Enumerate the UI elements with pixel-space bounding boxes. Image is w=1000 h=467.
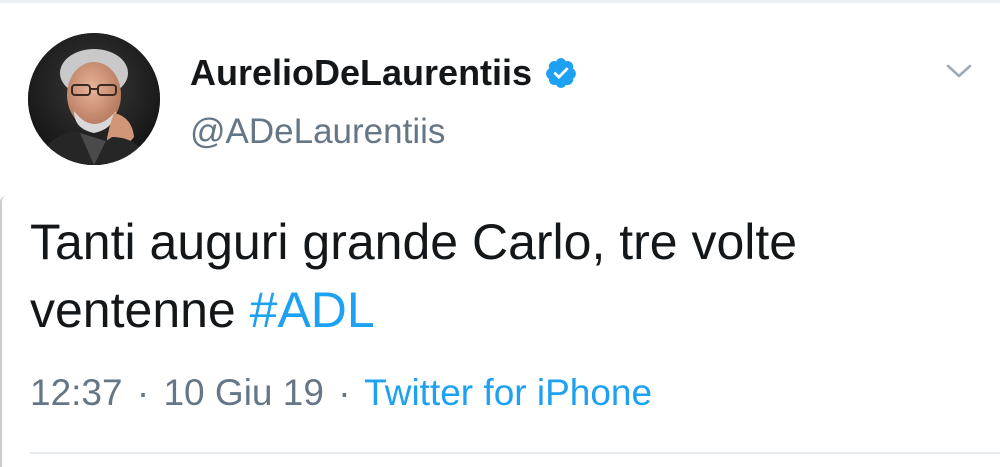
avatar[interactable]: [28, 33, 160, 165]
tweet-date[interactable]: 10 Giu 19: [163, 372, 323, 413]
meta-separator: ·: [136, 372, 150, 413]
tweet-menu-button[interactable]: [944, 60, 974, 82]
hashtag-link[interactable]: #ADL: [250, 282, 375, 338]
verified-badge-icon: [544, 56, 578, 90]
meta-separator: ·: [338, 372, 351, 413]
tweet-text-line-2: ventenne #ADL: [30, 276, 980, 344]
tweet-meta-row: 12:37 · 10 Giu 19 · Twitter for iPhone: [30, 372, 652, 414]
tweet-text-line-1: Tanti auguri grande Carlo, tre volte: [30, 214, 798, 270]
tweet-text: Tanti auguri grande Carlo, tre volte ven…: [30, 208, 980, 344]
profile-photo-icon: [28, 33, 160, 165]
author-display-name[interactable]: AurelioDeLaurentiis: [190, 52, 532, 94]
left-edge-border: [0, 196, 6, 467]
tweet-source-link[interactable]: Twitter for iPhone: [364, 372, 652, 413]
author-handle[interactable]: @ADeLaurentiis: [190, 112, 445, 152]
tweet-time[interactable]: 12:37: [30, 372, 123, 413]
top-divider: [0, 0, 1000, 3]
tweet-text-line-2-prefix: ventenne: [30, 282, 250, 338]
tweet-card: AurelioDeLaurentiis @ADeLaurentiis Tanti…: [0, 0, 1000, 467]
author-name-row[interactable]: AurelioDeLaurentiis: [190, 50, 578, 96]
bottom-divider: [30, 452, 1000, 454]
chevron-down-icon: [946, 64, 972, 78]
